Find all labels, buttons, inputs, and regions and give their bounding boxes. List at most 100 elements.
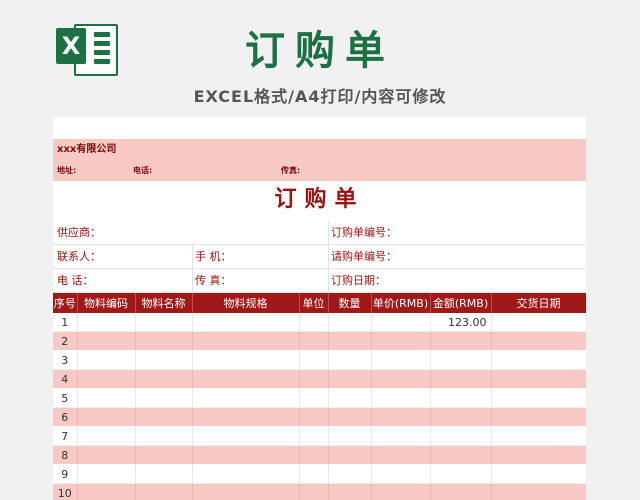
table-cell[interactable] <box>77 350 136 370</box>
table-cell[interactable] <box>371 407 431 427</box>
table-cell[interactable] <box>491 388 586 408</box>
col-header-material-name[interactable]: 物料名称 <box>135 293 193 313</box>
table-cell[interactable] <box>135 331 193 351</box>
info-row-contact[interactable]: 联系人： 手 机： 请购单编号： <box>53 245 586 269</box>
table-cell[interactable] <box>299 350 329 370</box>
row-number-cell[interactable]: 3 <box>53 350 78 370</box>
col-header-quantity[interactable]: 数量 <box>328 293 372 313</box>
table-cell[interactable] <box>192 331 300 351</box>
table-cell[interactable] <box>328 350 372 370</box>
table-cell[interactable] <box>135 369 193 389</box>
table-cell[interactable] <box>192 313 300 332</box>
col-header-delivery-date[interactable]: 交货日期 <box>491 293 586 313</box>
table-cell[interactable] <box>135 464 193 484</box>
table-cell[interactable] <box>135 445 193 465</box>
table-cell[interactable] <box>192 464 300 484</box>
table-cell[interactable] <box>328 407 372 427</box>
table-cell[interactable] <box>192 350 300 370</box>
row-number-cell[interactable]: 1 <box>53 313 78 332</box>
table-cell[interactable] <box>328 483 372 500</box>
table-cell[interactable] <box>135 483 193 500</box>
table-cell[interactable] <box>371 369 431 389</box>
table-cell[interactable] <box>192 445 300 465</box>
table-cell[interactable] <box>491 350 586 370</box>
table-cell[interactable] <box>371 388 431 408</box>
row-number-cell[interactable]: 4 <box>53 369 78 389</box>
table-cell[interactable] <box>299 313 329 332</box>
table-cell[interactable] <box>371 483 431 500</box>
amount-cell[interactable]: 123.00 <box>430 313 492 332</box>
table-cell[interactable] <box>491 464 586 484</box>
info-row-tel[interactable]: 电 话： 传 真： 订购日期： <box>53 269 586 293</box>
table-cell[interactable] <box>299 388 329 408</box>
table-cell[interactable] <box>77 445 136 465</box>
table-cell[interactable] <box>371 331 431 351</box>
company-name[interactable]: xxx有限公司 <box>53 139 586 161</box>
row-number-cell[interactable]: 5 <box>53 388 78 408</box>
table-cell[interactable] <box>328 464 372 484</box>
table-cell[interactable] <box>371 445 431 465</box>
table-cell[interactable] <box>77 464 136 484</box>
table-cell[interactable] <box>135 313 193 332</box>
table-cell[interactable] <box>491 407 586 427</box>
table-cell[interactable] <box>491 369 586 389</box>
table-cell[interactable] <box>77 388 136 408</box>
table-cell[interactable] <box>371 350 431 370</box>
table-cell[interactable] <box>328 369 372 389</box>
blank-row[interactable] <box>53 117 586 139</box>
row-number-cell[interactable]: 9 <box>53 464 78 484</box>
row-number-cell[interactable]: 8 <box>53 445 78 465</box>
col-header-unit-price[interactable]: 单价(RMB) <box>371 293 431 313</box>
row-number-cell[interactable]: 6 <box>53 407 78 427</box>
table-cell[interactable] <box>77 313 136 332</box>
table-cell[interactable] <box>299 369 329 389</box>
amount-cell[interactable] <box>430 483 492 500</box>
amount-cell[interactable] <box>430 369 492 389</box>
table-cell[interactable] <box>77 331 136 351</box>
col-header-material-spec[interactable]: 物料规格 <box>192 293 300 313</box>
amount-cell[interactable] <box>430 407 492 427</box>
contact-row[interactable]: 地址: 电话: 传真: <box>53 161 586 181</box>
row-number-cell[interactable]: 2 <box>53 331 78 351</box>
table-cell[interactable] <box>328 388 372 408</box>
table-cell[interactable] <box>135 407 193 427</box>
col-header-material-code[interactable]: 物料编码 <box>77 293 136 313</box>
table-cell[interactable] <box>299 426 329 446</box>
table-cell[interactable] <box>192 369 300 389</box>
table-cell[interactable] <box>135 426 193 446</box>
col-header-seq[interactable]: 序号 <box>53 293 78 313</box>
table-cell[interactable] <box>192 426 300 446</box>
table-cell[interactable] <box>328 426 372 446</box>
amount-cell[interactable] <box>430 426 492 446</box>
amount-cell[interactable] <box>430 445 492 465</box>
table-cell[interactable] <box>135 388 193 408</box>
table-cell[interactable] <box>491 426 586 446</box>
col-header-unit[interactable]: 单位 <box>299 293 329 313</box>
table-cell[interactable] <box>371 464 431 484</box>
table-cell[interactable] <box>491 313 586 332</box>
amount-cell[interactable] <box>430 388 492 408</box>
table-cell[interactable] <box>192 407 300 427</box>
table-cell[interactable] <box>77 407 136 427</box>
table-cell[interactable] <box>299 407 329 427</box>
table-cell[interactable] <box>299 464 329 484</box>
table-cell[interactable] <box>77 483 136 500</box>
info-row-supplier[interactable]: 供应商： 订购单编号： <box>53 221 586 245</box>
table-cell[interactable] <box>371 426 431 446</box>
amount-cell[interactable] <box>430 331 492 351</box>
table-cell[interactable] <box>299 483 329 500</box>
form-title[interactable]: 订购单 <box>53 181 586 221</box>
amount-cell[interactable] <box>430 350 492 370</box>
table-cell[interactable] <box>328 445 372 465</box>
table-cell[interactable] <box>77 369 136 389</box>
table-cell[interactable] <box>491 483 586 500</box>
table-cell[interactable] <box>328 331 372 351</box>
row-number-cell[interactable]: 7 <box>53 426 78 446</box>
table-cell[interactable] <box>371 313 431 332</box>
row-number-cell[interactable]: 10 <box>53 483 78 500</box>
amount-cell[interactable] <box>430 464 492 484</box>
table-cell[interactable] <box>192 388 300 408</box>
table-cell[interactable] <box>491 445 586 465</box>
table-cell[interactable] <box>328 313 372 332</box>
table-cell[interactable] <box>299 445 329 465</box>
